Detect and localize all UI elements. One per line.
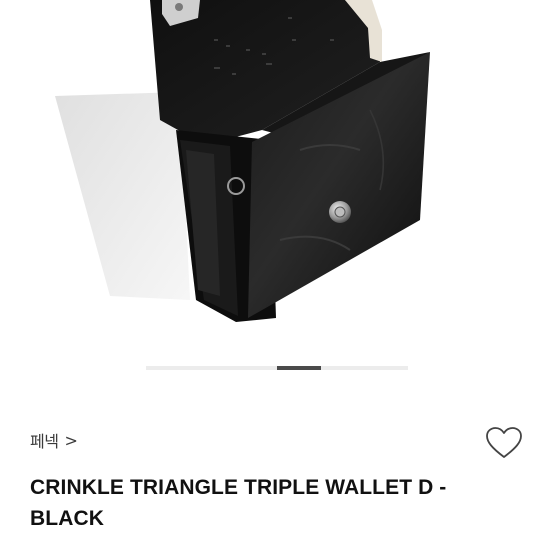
image-pager [146,366,408,370]
image-pager-indicator [277,366,321,370]
product-image[interactable] [0,0,554,350]
product-title: CRINKLE TRIANGLE TRIPLE WALLET D - BLACK [30,476,447,530]
brand-name: 페넥 [30,432,59,451]
heart-outline-icon [486,427,522,458]
chevron-right-icon: > [64,430,78,450]
brand-link[interactable]: 페넥 > [30,428,78,452]
wishlist-button[interactable] [484,424,524,464]
wallet-photo [55,0,430,322]
